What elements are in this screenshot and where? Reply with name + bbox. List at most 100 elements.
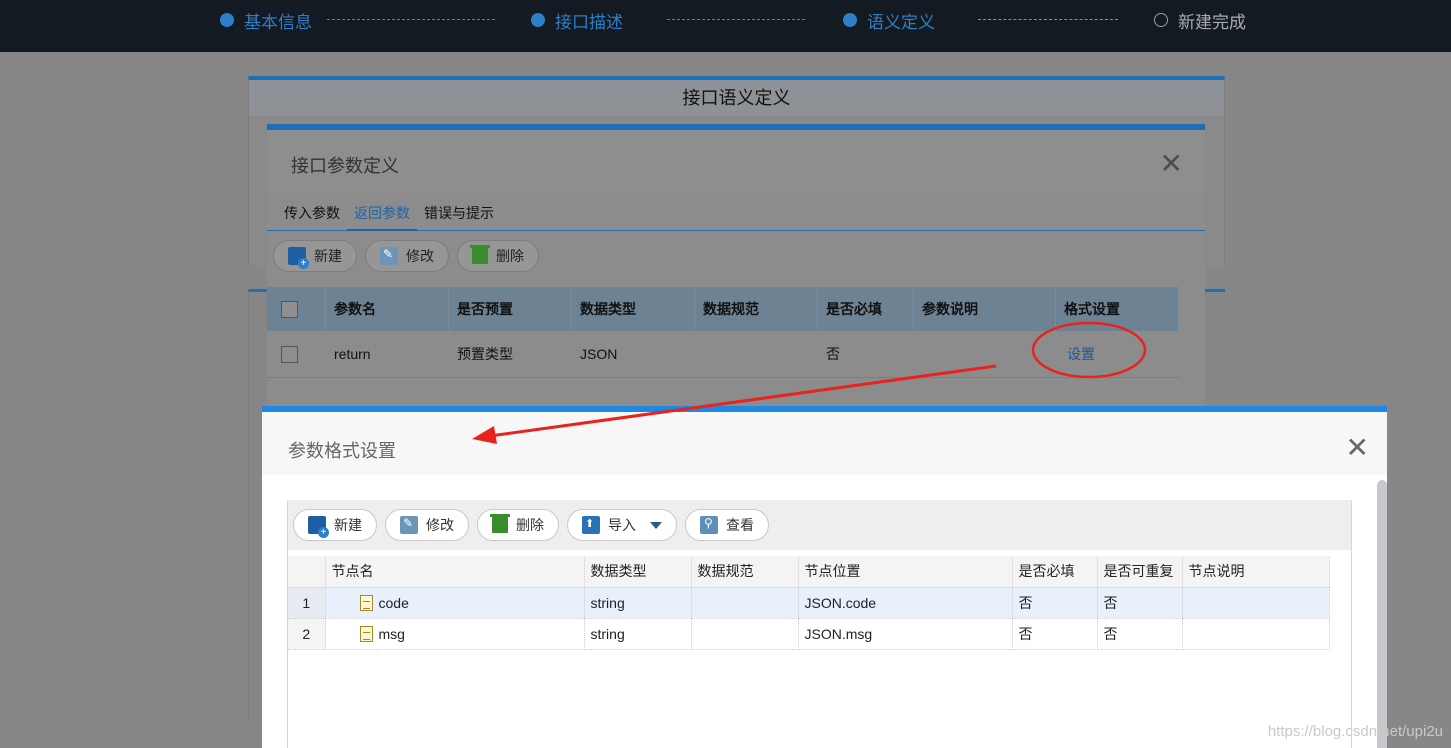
row-number-header xyxy=(288,556,326,588)
close-icon[interactable]: ✕ xyxy=(1346,434,1369,462)
step-label: 新建完成 xyxy=(1178,12,1246,32)
param-grid: 参数名 是否预置 数据类型 数据规范 是否必填 参数说明 格式设置 return… xyxy=(267,287,1179,378)
row-checkbox-cell xyxy=(267,331,326,377)
trash-icon xyxy=(490,514,510,533)
step-pending-icon xyxy=(1154,13,1168,27)
param-dialog-title: 接口参数定义 xyxy=(291,156,399,176)
column-header[interactable]: 节点名 xyxy=(325,556,585,588)
column-header[interactable]: 节点说明 xyxy=(1182,556,1330,588)
step-done-icon xyxy=(531,13,545,27)
param-dialog-titlebar: 接口参数定义 ✕ xyxy=(267,130,1205,193)
cell-required: 否 xyxy=(1012,618,1098,650)
row-number: 2 xyxy=(288,618,326,650)
column-header[interactable]: 节点位置 xyxy=(798,556,1013,588)
column-header[interactable]: 参数名 xyxy=(326,287,449,331)
cell-node-name: code xyxy=(325,587,585,619)
step-interface-desc[interactable]: 接口描述 xyxy=(531,8,623,32)
edit-icon xyxy=(400,516,418,534)
file-icon xyxy=(359,594,373,611)
format-settings-link[interactable]: 设置 xyxy=(1067,344,1095,364)
tab-input-params[interactable]: 传入参数 xyxy=(277,193,347,231)
select-all-cell xyxy=(267,287,326,331)
param-toolbar: 新建 修改 删除 xyxy=(267,231,1205,281)
cell-node-name: msg xyxy=(325,618,585,650)
param-tabs: 传入参数 返回参数 错误与提示 xyxy=(267,193,1205,231)
cell-node-position: JSON.code xyxy=(798,587,1013,619)
step-semantic-def[interactable]: 语义定义 xyxy=(843,8,935,32)
new-node-button[interactable]: 新建 xyxy=(293,509,377,541)
step-label: 语义定义 xyxy=(867,12,935,32)
step-done-icon xyxy=(220,13,234,27)
panel-title: 接口语义定义 xyxy=(249,80,1224,116)
edit-label: 修改 xyxy=(426,517,454,533)
column-header[interactable]: 参数说明 xyxy=(914,287,1056,331)
step-label: 基本信息 xyxy=(244,12,312,32)
scrollbar[interactable] xyxy=(1377,480,1387,748)
row-checkbox[interactable] xyxy=(281,345,298,363)
format-panel: 新建 修改 删除 导入 查看 节点名 数据类型 数据规范 节点位置 是否必填 是… xyxy=(287,500,1352,748)
column-header[interactable]: 数据类型 xyxy=(572,287,695,331)
new-icon xyxy=(288,247,309,269)
cell-repeatable: 否 xyxy=(1097,587,1183,619)
column-header[interactable]: 格式设置 xyxy=(1056,287,1179,331)
cell-repeatable: 否 xyxy=(1097,618,1183,650)
cell-data-spec xyxy=(691,587,799,619)
delete-label: 删除 xyxy=(496,248,524,264)
import-button[interactable]: 导入 xyxy=(567,509,677,541)
new-button[interactable]: 新建 xyxy=(273,240,357,272)
cell-node-position: JSON.msg xyxy=(798,618,1013,650)
trash-icon xyxy=(470,245,490,264)
column-header[interactable]: 是否可重复 xyxy=(1097,556,1183,588)
step-basic-info[interactable]: 基本信息 xyxy=(220,8,312,32)
new-icon xyxy=(308,516,329,538)
delete-label: 删除 xyxy=(516,517,544,533)
step-finish[interactable]: 新建完成 xyxy=(1154,8,1246,32)
column-header[interactable]: 数据规范 xyxy=(695,287,818,331)
node-name: code xyxy=(378,594,409,611)
row-number: 1 xyxy=(288,587,326,619)
cell-node-desc xyxy=(1182,618,1330,650)
cell-required: 否 xyxy=(1012,587,1098,619)
node-name: msg xyxy=(378,625,405,642)
cell-data-spec xyxy=(695,331,818,377)
table-row[interactable]: 1 code string JSON.code 否 否 xyxy=(288,587,1330,619)
select-all-checkbox[interactable] xyxy=(281,300,298,318)
cell-data-type: string xyxy=(584,618,692,650)
format-dialog-titlebar: 参数格式设置 ✕ xyxy=(262,412,1387,475)
view-button[interactable]: 查看 xyxy=(685,509,769,541)
cell-preset: 预置类型 xyxy=(457,346,513,362)
format-toolbar: 新建 修改 删除 导入 查看 xyxy=(288,500,1351,550)
table-row[interactable]: return 预置类型 JSON 否 设置 xyxy=(267,331,1179,378)
column-header[interactable]: 是否必填 xyxy=(818,287,914,331)
column-header[interactable]: 数据类型 xyxy=(584,556,692,588)
format-dialog: 参数格式设置 ✕ 新建 修改 删除 导入 查看 节点名 数据类型 数据规范 节点… xyxy=(262,406,1387,748)
param-grid-header: 参数名 是否预置 数据类型 数据规范 是否必填 参数说明 格式设置 xyxy=(267,287,1179,331)
table-row[interactable]: 2 msg string JSON.msg 否 否 xyxy=(288,618,1330,650)
cell-data-spec xyxy=(691,618,799,650)
tab-errors[interactable]: 错误与提示 xyxy=(417,193,501,231)
cell-desc xyxy=(914,331,1056,377)
param-dialog: 接口参数定义 ✕ 传入参数 返回参数 错误与提示 新建 修改 删除 参数名 是否… xyxy=(267,124,1205,414)
delete-node-button[interactable]: 删除 xyxy=(477,509,559,541)
close-icon[interactable]: ✕ xyxy=(1160,150,1183,178)
cell-required: 否 xyxy=(826,346,840,362)
import-label: 导入 xyxy=(608,517,636,533)
watermark: https://blog.csdn.net/upi2u xyxy=(1267,723,1443,740)
cell-data-type: JSON xyxy=(580,346,618,362)
new-label: 新建 xyxy=(334,517,362,533)
delete-button[interactable]: 删除 xyxy=(457,240,539,272)
step-connector xyxy=(667,19,805,20)
column-header[interactable]: 是否必填 xyxy=(1012,556,1098,588)
step-connector xyxy=(327,19,495,20)
wizard-stepper: 基本信息 接口描述 语义定义 新建完成 xyxy=(0,0,1451,52)
column-header[interactable]: 是否预置 xyxy=(449,287,572,331)
step-current-icon xyxy=(843,13,857,27)
chevron-down-icon xyxy=(650,521,662,529)
node-grid-header: 节点名 数据类型 数据规范 节点位置 是否必填 是否可重复 节点说明 xyxy=(288,556,1330,588)
edit-button[interactable]: 修改 xyxy=(365,240,449,272)
column-header[interactable]: 数据规范 xyxy=(691,556,799,588)
edit-node-button[interactable]: 修改 xyxy=(385,509,469,541)
format-dialog-title: 参数格式设置 xyxy=(288,441,396,461)
tab-return-params[interactable]: 返回参数 xyxy=(347,193,417,231)
import-icon xyxy=(582,516,600,534)
